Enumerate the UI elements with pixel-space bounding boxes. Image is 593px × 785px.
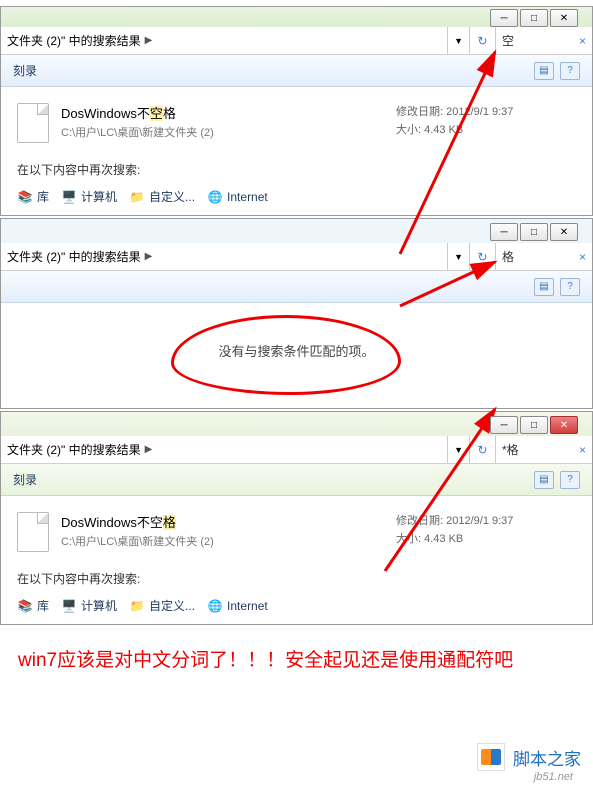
address-bar-row: 文件夹 (2)" 中的搜索结果 ▶ ▼ ↻ × xyxy=(1,243,592,271)
chevron-down-icon: ▼ xyxy=(454,445,463,455)
internet-icon: 🌐 xyxy=(207,598,223,614)
file-name: DosWindows不空格 xyxy=(61,103,396,122)
refresh-button[interactable]: ↻ xyxy=(470,243,496,270)
file-info[interactable]: DosWindows不空格 C:\用户\LC\桌面\新建文件夹 (2) xyxy=(61,512,396,552)
address-dropdown[interactable]: ▼ xyxy=(448,27,470,54)
search-again-label: 在以下内容中再次搜索: xyxy=(1,560,592,593)
file-icon[interactable] xyxy=(17,512,49,552)
window-controls: ─ □ ✕ xyxy=(490,9,578,27)
maximize-button[interactable]: □ xyxy=(520,9,548,27)
clear-search-icon[interactable]: × xyxy=(579,250,586,264)
toolbar-burn-label[interactable]: 刻录 xyxy=(13,471,37,488)
view-icon[interactable]: ▤ xyxy=(534,278,554,296)
file-meta: 修改日期: 2012/9/1 9:37 大小: 4.43 KB xyxy=(396,103,576,143)
search-locations: 📚库 🖥️计算机 📁自定义... 🌐Internet xyxy=(1,593,592,624)
file-list: DosWindows不空格 C:\用户\LC\桌面\新建文件夹 (2) 修改日期… xyxy=(1,496,592,560)
toolbar: 刻录 ▤ ? xyxy=(1,55,592,87)
explorer-panel-2: ─ □ ✕ 文件夹 (2)" 中的搜索结果 ▶ ▼ ↻ × ▤ ? 没有与搜索条… xyxy=(0,218,593,409)
search-input[interactable] xyxy=(502,34,562,48)
chevron-right-icon: ▶ xyxy=(145,251,153,262)
help-icon[interactable]: ? xyxy=(560,278,580,296)
close-button[interactable]: ✕ xyxy=(550,9,578,27)
search-input[interactable] xyxy=(502,443,562,457)
breadcrumb[interactable]: 文件夹 (2)" 中的搜索结果 ▶ xyxy=(1,243,448,270)
computer-icon: 🖥️ xyxy=(61,598,77,614)
address-bar-row: 文件夹 (2)" 中的搜索结果 ▶ ▼ ↻ × xyxy=(1,27,592,55)
footer-brand: 脚本之家 xyxy=(477,743,581,771)
computer-icon: 🖥️ xyxy=(61,189,77,205)
address-dropdown[interactable]: ▼ xyxy=(448,243,470,270)
breadcrumb[interactable]: 文件夹 (2)" 中的搜索结果 ▶ xyxy=(1,436,448,463)
search-again-label: 在以下内容中再次搜索: xyxy=(1,151,592,184)
refresh-icon: ↻ xyxy=(477,250,487,264)
file-meta: 修改日期: 2012/9/1 9:37 大小: 4.43 KB xyxy=(396,512,576,552)
loc-internet[interactable]: 🌐Internet xyxy=(207,598,268,614)
folder-icon: 📁 xyxy=(129,189,145,205)
file-list: DosWindows不空格 C:\用户\LC\桌面\新建文件夹 (2) 修改日期… xyxy=(1,87,592,151)
address-dropdown[interactable]: ▼ xyxy=(448,436,470,463)
clear-search-icon[interactable]: × xyxy=(579,34,586,48)
search-box[interactable]: × xyxy=(496,243,592,270)
file-path: C:\用户\LC\桌面\新建文件夹 (2) xyxy=(61,124,396,140)
window-controls: ─ □ ✕ xyxy=(490,416,578,434)
help-icon[interactable]: ? xyxy=(560,471,580,489)
address-bar-row: 文件夹 (2)" 中的搜索结果 ▶ ▼ ↻ × xyxy=(1,436,592,464)
explorer-panel-3: ─ □ ✕ 文件夹 (2)" 中的搜索结果 ▶ ▼ ↻ × 刻录 ▤ ? Dos… xyxy=(0,411,593,625)
file-info[interactable]: DosWindows不空格 C:\用户\LC\桌面\新建文件夹 (2) xyxy=(61,103,396,143)
file-name: DosWindows不空格 xyxy=(61,512,396,531)
brand-logo-icon xyxy=(477,743,505,771)
loc-library[interactable]: 📚库 xyxy=(17,188,49,205)
refresh-icon: ↻ xyxy=(477,34,487,48)
minimize-button[interactable]: ─ xyxy=(490,9,518,27)
brand-name: 脚本之家 xyxy=(513,745,581,770)
loc-computer[interactable]: 🖥️计算机 xyxy=(61,597,117,614)
window-controls: ─ □ ✕ xyxy=(490,223,578,241)
minimize-button[interactable]: ─ xyxy=(490,416,518,434)
brand-url: jb51.net xyxy=(534,771,573,783)
refresh-button[interactable]: ↻ xyxy=(470,27,496,54)
loc-custom[interactable]: 📁自定义... xyxy=(129,597,195,614)
help-icon[interactable]: ? xyxy=(560,62,580,80)
empty-message-text: 没有与搜索条件匹配的项。 xyxy=(218,344,374,359)
breadcrumb[interactable]: 文件夹 (2)" 中的搜索结果 ▶ xyxy=(1,27,448,54)
loc-library[interactable]: 📚库 xyxy=(17,597,49,614)
maximize-button[interactable]: □ xyxy=(520,416,548,434)
file-icon[interactable] xyxy=(17,103,49,143)
view-icon[interactable]: ▤ xyxy=(534,471,554,489)
close-button[interactable]: ✕ xyxy=(550,416,578,434)
breadcrumb-text: 文件夹 (2)" 中的搜索结果 xyxy=(7,248,141,265)
search-box[interactable]: × xyxy=(496,27,592,54)
file-path: C:\用户\LC\桌面\新建文件夹 (2) xyxy=(61,533,396,549)
toolbar-burn-label[interactable]: 刻录 xyxy=(13,62,37,79)
minimize-button[interactable]: ─ xyxy=(490,223,518,241)
search-box[interactable]: × xyxy=(496,436,592,463)
chevron-right-icon: ▶ xyxy=(145,35,153,46)
internet-icon: 🌐 xyxy=(207,189,223,205)
empty-results: 没有与搜索条件匹配的项。 xyxy=(1,303,592,408)
folder-icon: 📁 xyxy=(129,598,145,614)
clear-search-icon[interactable]: × xyxy=(579,443,586,457)
refresh-button[interactable]: ↻ xyxy=(470,436,496,463)
chevron-right-icon: ▶ xyxy=(145,444,153,455)
view-icon[interactable]: ▤ xyxy=(534,62,554,80)
library-icon: 📚 xyxy=(17,598,33,614)
chevron-down-icon: ▼ xyxy=(454,36,463,46)
breadcrumb-text: 文件夹 (2)" 中的搜索结果 xyxy=(7,441,141,458)
loc-computer[interactable]: 🖥️计算机 xyxy=(61,188,117,205)
annotation-text: win7应该是对中文分词了！！！安全起见还是使用通配符吧 xyxy=(0,627,593,695)
loc-internet[interactable]: 🌐Internet xyxy=(207,189,268,205)
toolbar: 刻录 ▤ ? xyxy=(1,464,592,496)
close-button[interactable]: ✕ xyxy=(550,223,578,241)
search-locations: 📚库 🖥️计算机 📁自定义... 🌐Internet xyxy=(1,184,592,215)
explorer-panel-1: ─ □ ✕ 文件夹 (2)" 中的搜索结果 ▶ ▼ ↻ × 刻录 ▤ ? Dos… xyxy=(0,6,593,216)
library-icon: 📚 xyxy=(17,189,33,205)
breadcrumb-text: 文件夹 (2)" 中的搜索结果 xyxy=(7,32,141,49)
chevron-down-icon: ▼ xyxy=(454,252,463,262)
refresh-icon: ↻ xyxy=(477,443,487,457)
toolbar: ▤ ? xyxy=(1,271,592,303)
search-input[interactable] xyxy=(502,250,562,264)
maximize-button[interactable]: □ xyxy=(520,223,548,241)
loc-custom[interactable]: 📁自定义... xyxy=(129,188,195,205)
